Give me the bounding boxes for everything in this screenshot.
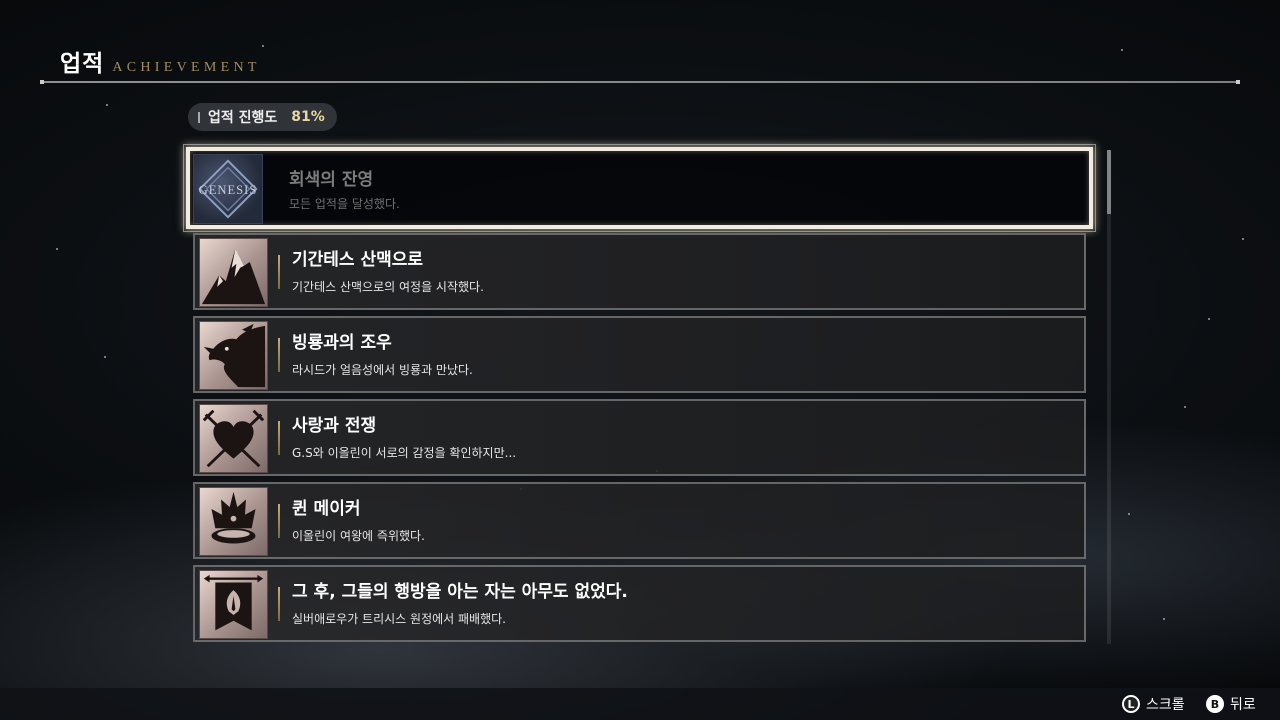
achievement-title: 빙룡과의 조우 [292, 333, 392, 353]
achievement-description: 라시드가 얼음성에서 빙룡과 만났다. [292, 363, 473, 377]
scrollbar[interactable] [1107, 150, 1111, 644]
achievement-title: 기간테스 산맥으로 [292, 250, 424, 270]
achievement-item[interactable]: 퀸 메이커 이올린이 여왕에 즉위했다. [193, 482, 1086, 559]
pill-marker [198, 111, 200, 123]
b-button-icon: B [1206, 695, 1224, 713]
mountain-icon [199, 238, 268, 307]
page-title: 업적 [60, 51, 105, 77]
achievement-description: G.S와 이올린이 서로의 감정을 확인하지만... [292, 446, 517, 460]
left-stick-icon: L [1122, 695, 1140, 713]
back-hint[interactable]: B 뒤로 [1206, 694, 1256, 714]
button-hints-bar: L 스크롤 B 뒤로 [0, 688, 1280, 720]
scrollbar-thumb[interactable] [1107, 150, 1111, 214]
gold-divider [278, 587, 280, 621]
genesis-logo-icon: GENESIS [193, 154, 263, 224]
achievement-title: 사랑과 전쟁 [292, 416, 377, 436]
scroll-hint-label: 스크롤 [1146, 697, 1185, 713]
achievement-description: 이올린이 여왕에 즉위했다. [292, 529, 425, 543]
genesis-logo-text: GENESIS [199, 183, 258, 197]
gold-divider [278, 338, 280, 372]
header-divider [40, 80, 1240, 84]
crown-icon [199, 487, 268, 556]
achievement-description: 모든 업적을 달성했다. [289, 197, 400, 211]
back-hint-label: 뒤로 [1230, 697, 1256, 713]
achievement-item[interactable]: 사랑과 전쟁 G.S와 이올린이 서로의 감정을 확인하지만... [193, 399, 1086, 476]
achievement-description: 기간테스 산맥으로의 여정을 시작했다. [292, 280, 484, 294]
achievement-description: 실버애로우가 트리시스 원정에서 패배했다. [292, 612, 506, 626]
achievement-item[interactable]: 그 후, 그들의 행방을 아는 자는 아무도 없었다. 실버애로우가 트리시스 … [193, 565, 1086, 642]
achievement-item[interactable]: 기간테스 산맥으로 기간테스 산맥으로의 여정을 시작했다. [193, 233, 1086, 310]
progress-label: 업적 진행도 [208, 110, 278, 126]
achievement-title: 회색의 잔영 [289, 170, 374, 190]
gold-divider [278, 421, 280, 455]
dragon-icon [199, 321, 268, 390]
heart-swords-icon [199, 404, 268, 473]
progress-value: 81% [291, 109, 325, 125]
achievement-title: 퀸 메이커 [292, 499, 361, 519]
page-subtitle: ACHIEVEMENT [112, 60, 261, 75]
achievement-title: 그 후, 그들의 행방을 아는 자는 아무도 없었다. [292, 582, 628, 602]
progress-badge: 업적 진행도 81% [188, 103, 337, 131]
achievement-item[interactable]: GENESIS 회색의 잔영 모든 업적을 달성했다. [183, 144, 1096, 232]
gold-divider [278, 504, 280, 538]
banner-emblem-icon [199, 570, 268, 639]
gold-divider [278, 255, 280, 289]
page-header: 업적 ACHIEVEMENT [60, 44, 261, 78]
scroll-hint[interactable]: L 스크롤 [1122, 694, 1185, 714]
achievement-item[interactable]: 빙룡과의 조우 라시드가 얼음성에서 빙룡과 만났다. [193, 316, 1086, 393]
